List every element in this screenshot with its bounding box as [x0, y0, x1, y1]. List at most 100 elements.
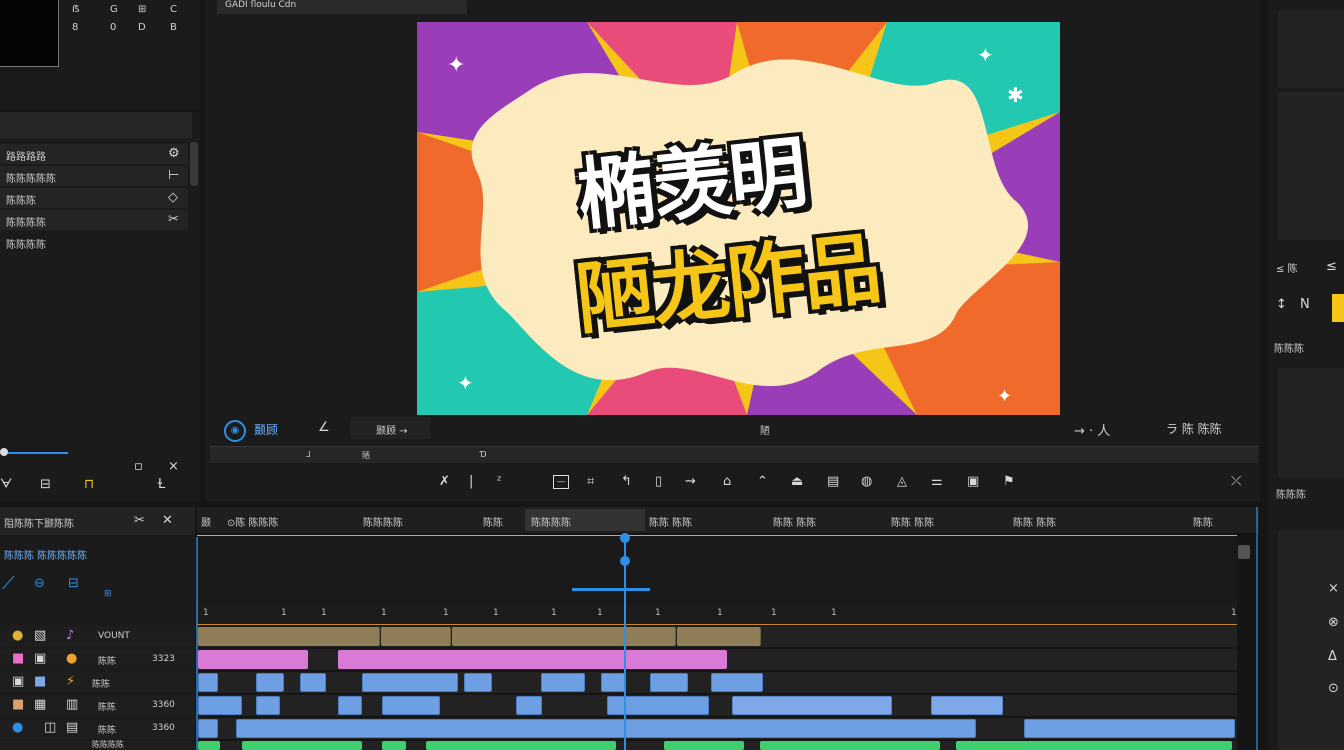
menu-item-4[interactable]: 陈陈陈陈 [0, 232, 188, 252]
cube-icon[interactable]: ▥ [66, 698, 78, 712]
tool-icon-3[interactable]: ⊓ [84, 478, 94, 492]
clip-pink-2[interactable] [338, 650, 727, 669]
track-header-0[interactable]: ● ▧ ♪ VOUNT [0, 626, 195, 647]
house-icon[interactable]: ⌂ [723, 475, 731, 489]
slider-track[interactable] [4, 452, 68, 454]
speed-icon[interactable]: ⇝ [685, 475, 696, 489]
clip-blue-b2[interactable] [256, 696, 280, 715]
clip-blue-c1[interactable] [198, 719, 218, 738]
right-icon-6[interactable]: ⊙ [1328, 682, 1339, 696]
diamond-icon[interactable]: ◇ [168, 191, 178, 205]
yellow-swatch[interactable] [1332, 294, 1344, 322]
fx-icon[interactable]: ⚡ [66, 675, 75, 689]
clip-blue-b8[interactable] [931, 696, 1003, 715]
timeline-tab-9[interactable]: 陈陈 [1193, 514, 1213, 529]
arrow-icon[interactable]: ↰ [621, 475, 632, 489]
menu-item-2[interactable]: 陈陈陈 ◇ [0, 188, 188, 208]
clip-gold-2[interactable] [381, 627, 451, 646]
timeline-upper-area[interactable] [197, 535, 1237, 604]
flag-icon[interactable]: ⚑ [1003, 475, 1015, 489]
timeline-tab-8[interactable]: 陈陈 陈陈 [1013, 514, 1056, 529]
menu-item-3[interactable]: 陈陈陈陈 ✂ [0, 210, 188, 230]
blue-box-icon[interactable]: ■ [34, 675, 46, 689]
blue-icon-3[interactable]: ⊞ [104, 587, 112, 601]
doc-icon[interactable]: ▤ [827, 475, 839, 489]
timeline-scrollbar[interactable] [1238, 545, 1250, 559]
menu-item-1[interactable]: 陈陈陈陈陈 ⊢ [0, 166, 188, 186]
slider-handle[interactable] [0, 448, 8, 456]
clip-green-6[interactable] [760, 741, 940, 750]
clip-blue-c3[interactable] [1024, 719, 1235, 738]
crop-icon[interactable]: ⌗ [587, 475, 594, 489]
clip-green-3[interactable] [382, 741, 406, 750]
clip-green-1[interactable] [198, 741, 220, 750]
scrollbar[interactable] [190, 142, 198, 186]
playhead-knob[interactable] [620, 556, 630, 566]
mute-icon[interactable]: ◫ [44, 721, 56, 735]
clip-blue-c2[interactable] [236, 719, 976, 738]
right-icon-3[interactable]: × [1328, 582, 1339, 596]
clip-blue-b4[interactable] [382, 696, 440, 715]
clip-blue-a7[interactable] [601, 673, 625, 692]
nav-icon[interactable]: ⌃ [757, 475, 768, 489]
settings-icon[interactable]: ⚙ [168, 147, 180, 161]
cut-tool-icon[interactable]: ✂ [134, 514, 145, 528]
timeline-tab-active[interactable]: 陈陈陈陈 [525, 509, 645, 531]
right-control-2[interactable]: ラ 陈 陈陈 [1166, 420, 1222, 437]
track-header-4[interactable]: ● ◫ ▤ 陈陈 3360 [0, 718, 195, 739]
blue-icon-1[interactable]: ⊖ [34, 577, 45, 591]
cut-icon[interactable]: ✗ [439, 475, 450, 489]
stack-icon[interactable]: ⏏ [791, 475, 803, 489]
mask-icon[interactable]: ◬ [897, 475, 907, 489]
audio-icon[interactable]: ♪ [66, 629, 74, 643]
clip-blue-b3[interactable] [338, 696, 362, 715]
close-x-icon[interactable]: ✕ [162, 514, 173, 528]
clip-gold-4[interactable] [677, 627, 761, 646]
clip-green-4[interactable] [426, 741, 616, 750]
timeline-tab-1[interactable]: ⊙陈 陈陈陈 [227, 514, 279, 529]
right-icon-0[interactable]: ≤ [1326, 260, 1337, 274]
clip-gold-1[interactable] [198, 627, 380, 646]
clip-blue-a3[interactable] [300, 673, 326, 692]
keyframe-marker[interactable] [572, 588, 650, 591]
clip-blue-a9[interactable] [711, 673, 763, 692]
viewer-ruler[interactable]: ⅃ 陋 Ɗ [210, 446, 1258, 463]
collapse-icon[interactable]: ⤫ [1231, 475, 1241, 489]
timeline-tab-5[interactable]: 陈陈 陈陈 [649, 514, 692, 529]
trim-icon[interactable]: ᶻ [497, 475, 502, 489]
viewer-top-tab[interactable]: GADI ſloulu Cdn [217, 0, 467, 14]
clip-green-5[interactable] [664, 741, 744, 750]
clip-blue-a2[interactable] [256, 673, 284, 692]
clip-blue-a1[interactable] [198, 673, 218, 692]
angle-icon[interactable]: ∠ [318, 421, 330, 435]
video-frame[interactable]: ✦ ✦ ✱ ✦ ✦ 椭羡明 陋龙阼品 [417, 22, 1060, 415]
circle-icon[interactable]: ◍ [861, 475, 872, 489]
frame-icon[interactable]: ▯ [655, 475, 662, 489]
scissors-icon[interactable]: ✂ [168, 213, 179, 227]
playhead-line[interactable] [624, 537, 626, 750]
logo-icon[interactable]: ◉ [224, 420, 246, 442]
right-icon-2[interactable]: N [1300, 298, 1310, 312]
clip-blue-b6[interactable] [607, 696, 709, 715]
right-icon-4[interactable]: ⊗ [1328, 616, 1339, 630]
sub-label-box[interactable]: 颞顾 → [350, 417, 430, 439]
viewer-control-label[interactable]: 颞顾 [254, 421, 278, 438]
sliders-icon[interactable]: ⚌ [931, 475, 943, 489]
clip-blue-a5[interactable] [464, 673, 492, 692]
close-icon[interactable]: × [168, 460, 179, 474]
tool-icon-2[interactable]: ⊟ [40, 478, 51, 492]
orange-icon[interactable]: ● [66, 652, 77, 666]
split-icon[interactable]: | [469, 475, 473, 489]
playhead-handle[interactable] [620, 533, 630, 543]
timeline-tab-7[interactable]: 陈陈 陈陈 [891, 514, 934, 529]
adjust-icon[interactable]: ⊢ [168, 169, 179, 183]
menu-item-0[interactable]: 路路路路 ⚙ [0, 144, 188, 164]
track-header-5[interactable]: 陈陈陈陈 [0, 740, 195, 750]
text-icon[interactable]: — [553, 475, 569, 489]
track-header-3[interactable]: ■ ▦ ▥ 陈陈 3360 [0, 695, 195, 716]
tool-icon-1[interactable]: ᗄ [0, 478, 12, 492]
timeline-tab-0[interactable]: 颞 [201, 514, 211, 529]
grid-icon[interactable]: ▦ [34, 698, 46, 712]
timeline-tab-6[interactable]: 陈陈 陈陈 [773, 514, 816, 529]
clip-blue-b7[interactable] [732, 696, 892, 715]
